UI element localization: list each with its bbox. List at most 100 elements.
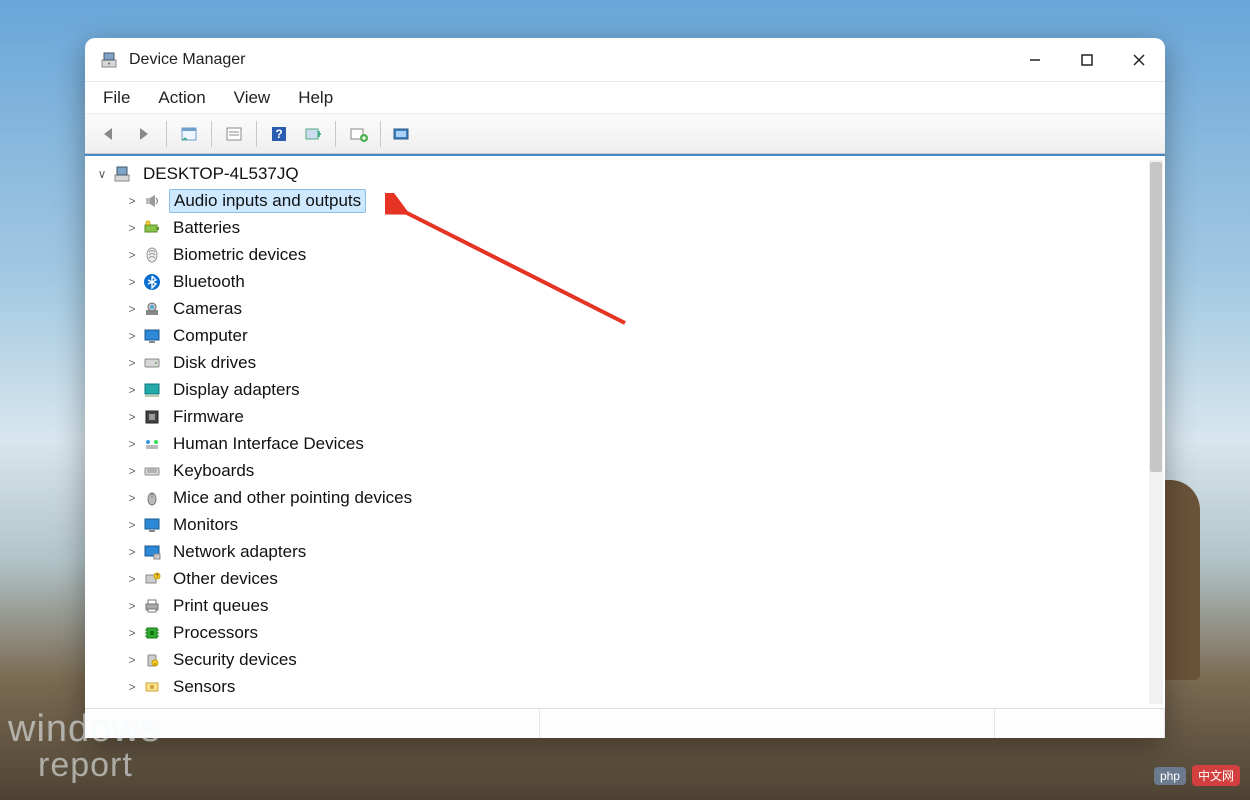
- tree-item[interactable]: > Disk drives: [93, 349, 1147, 376]
- device-tree[interactable]: ∨ DESKTOP-4L537JQ> Audio inputs and outp…: [93, 160, 1147, 704]
- tree-item[interactable]: > Network adapters: [93, 538, 1147, 565]
- toolbar-forward[interactable]: [129, 119, 159, 149]
- expand-icon[interactable]: >: [123, 356, 141, 370]
- computer-icon: [111, 164, 133, 184]
- expand-icon[interactable]: >: [123, 248, 141, 262]
- tree-item-label: Keyboards: [169, 460, 258, 482]
- tree-item-label: Firmware: [169, 406, 248, 428]
- tree-item[interactable]: > Computer: [93, 322, 1147, 349]
- tree-item-label: Disk drives: [169, 352, 260, 374]
- app-icon: [99, 50, 119, 70]
- printer-icon: [141, 596, 163, 616]
- tree-item-label: Bluetooth: [169, 271, 249, 293]
- close-button[interactable]: [1113, 38, 1165, 82]
- menu-help[interactable]: Help: [296, 86, 335, 110]
- fingerprint-icon: [141, 245, 163, 265]
- toolbar-properties[interactable]: [219, 119, 249, 149]
- monitor-icon: [141, 515, 163, 535]
- vertical-scrollbar[interactable]: [1149, 160, 1163, 704]
- toolbar-scan[interactable]: [298, 119, 328, 149]
- menu-file[interactable]: File: [101, 86, 132, 110]
- menu-action[interactable]: Action: [156, 86, 207, 110]
- speaker-icon: [141, 191, 163, 211]
- toolbar-separator: [211, 121, 212, 147]
- toolbar-show-hidden[interactable]: [174, 119, 204, 149]
- expand-icon[interactable]: >: [123, 410, 141, 424]
- tree-item[interactable]: > Cameras: [93, 295, 1147, 322]
- display-adapter-icon: [141, 380, 163, 400]
- tree-item[interactable]: > Firmware: [93, 403, 1147, 430]
- expand-icon[interactable]: ∨: [93, 167, 111, 181]
- toolbar-update-driver[interactable]: [343, 119, 373, 149]
- expand-icon[interactable]: >: [123, 680, 141, 694]
- menubar: File Action View Help: [85, 82, 1165, 114]
- tree-item[interactable]: > Mice and other pointing devices: [93, 484, 1147, 511]
- tree-item-label: Computer: [169, 325, 252, 347]
- tree-root[interactable]: ∨ DESKTOP-4L537JQ: [93, 160, 1147, 187]
- tree-item[interactable]: > Monitors: [93, 511, 1147, 538]
- tree-item-label: Security devices: [169, 649, 301, 671]
- tree-item-label: Cameras: [169, 298, 246, 320]
- disk-icon: [141, 353, 163, 373]
- expand-icon[interactable]: >: [123, 221, 141, 235]
- tree-item-label: Mice and other pointing devices: [169, 487, 416, 509]
- tree-item-label: Audio inputs and outputs: [169, 189, 366, 213]
- toolbar-separator: [335, 121, 336, 147]
- maximize-button[interactable]: [1061, 38, 1113, 82]
- statusbar: [85, 708, 1165, 738]
- expand-icon[interactable]: >: [123, 545, 141, 559]
- tree-pane: ∨ DESKTOP-4L537JQ> Audio inputs and outp…: [85, 154, 1165, 708]
- expand-icon[interactable]: >: [123, 437, 141, 451]
- tree-item[interactable]: > Processors: [93, 619, 1147, 646]
- tree-item-label: Print queues: [169, 595, 272, 617]
- hid-icon: [141, 434, 163, 454]
- tree-item[interactable]: > Display adapters: [93, 376, 1147, 403]
- tree-item[interactable]: > Human Interface Devices: [93, 430, 1147, 457]
- toolbar-separator: [256, 121, 257, 147]
- tree-item[interactable]: > ? Other devices: [93, 565, 1147, 592]
- expand-icon[interactable]: >: [123, 194, 141, 208]
- tree-item[interactable]: > Security devices: [93, 646, 1147, 673]
- tree-item[interactable]: > Sensors: [93, 673, 1147, 700]
- expand-icon[interactable]: >: [123, 275, 141, 289]
- expand-icon[interactable]: >: [123, 599, 141, 613]
- tree-item[interactable]: > Biometric devices: [93, 241, 1147, 268]
- menu-view[interactable]: View: [232, 86, 273, 110]
- expand-icon[interactable]: >: [123, 626, 141, 640]
- tree-item[interactable]: > Bluetooth: [93, 268, 1147, 295]
- expand-icon[interactable]: >: [123, 383, 141, 397]
- toolbar-separator: [166, 121, 167, 147]
- monitor-icon: [141, 326, 163, 346]
- tree-item-label: Other devices: [169, 568, 282, 590]
- window-title: Device Manager: [129, 51, 246, 69]
- tree-item[interactable]: > Print queues: [93, 592, 1147, 619]
- expand-icon[interactable]: >: [123, 518, 141, 532]
- security-icon: [141, 650, 163, 670]
- expand-icon[interactable]: >: [123, 491, 141, 505]
- tree-item[interactable]: > Batteries: [93, 214, 1147, 241]
- tree-item[interactable]: > Audio inputs and outputs: [93, 187, 1147, 214]
- expand-icon[interactable]: >: [123, 464, 141, 478]
- bluetooth-icon: [141, 272, 163, 292]
- mouse-icon: [141, 488, 163, 508]
- device-manager-window: Device Manager File Action View Help ? ∨…: [85, 38, 1165, 738]
- tree-item-label: Processors: [169, 622, 262, 644]
- tree-item[interactable]: > Keyboards: [93, 457, 1147, 484]
- expand-icon[interactable]: >: [123, 329, 141, 343]
- tree-item-label: Batteries: [169, 217, 244, 239]
- battery-icon: [141, 218, 163, 238]
- minimize-button[interactable]: [1009, 38, 1061, 82]
- tree-item-label: Monitors: [169, 514, 242, 536]
- camera-icon: [141, 299, 163, 319]
- toolbar-back[interactable]: [95, 119, 125, 149]
- scrollbar-thumb[interactable]: [1150, 162, 1162, 472]
- network-icon: [141, 542, 163, 562]
- svg-text:?: ?: [275, 127, 282, 141]
- toolbar-separator: [380, 121, 381, 147]
- expand-icon[interactable]: >: [123, 572, 141, 586]
- expand-icon[interactable]: >: [123, 302, 141, 316]
- expand-icon[interactable]: >: [123, 653, 141, 667]
- titlebar[interactable]: Device Manager: [85, 38, 1165, 82]
- toolbar-help[interactable]: ?: [264, 119, 294, 149]
- toolbar-views[interactable]: [388, 119, 418, 149]
